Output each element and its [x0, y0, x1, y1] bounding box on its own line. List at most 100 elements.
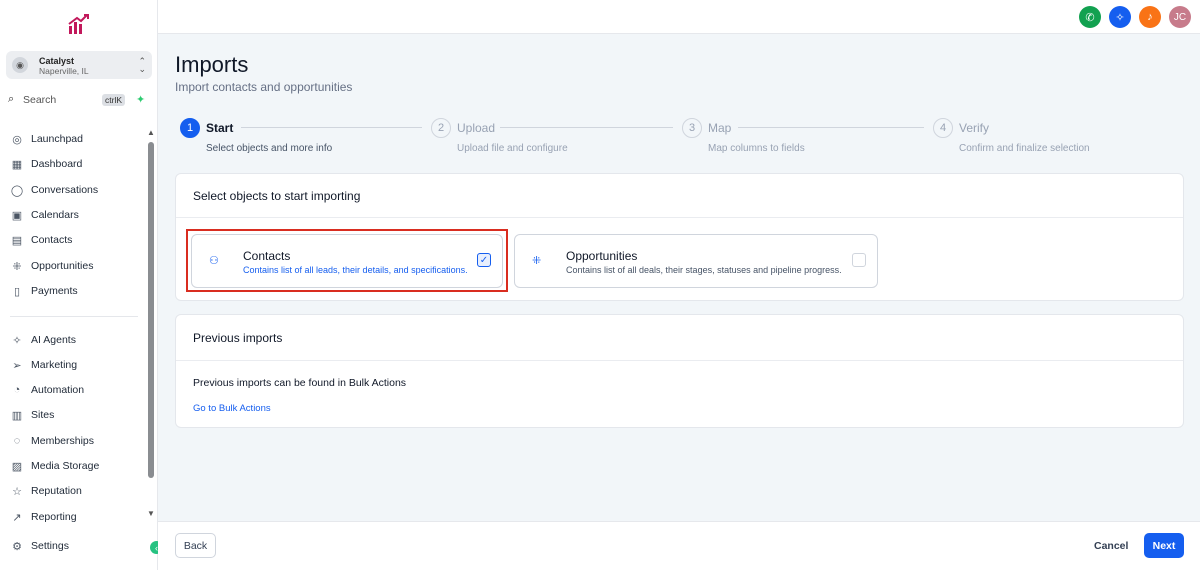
sidebar-item-label: Sites	[31, 409, 55, 421]
back-button[interactable]: Back	[175, 533, 216, 558]
search-icon: ⌕	[8, 93, 15, 105]
sidebar-item-label: Automation	[31, 384, 85, 396]
sidebar-item-launchpad[interactable]: ◎ Launchpad	[10, 130, 83, 148]
step-desc: Select objects and more info	[206, 143, 333, 154]
option-desc: Contains list of all deals, their stages…	[566, 265, 842, 275]
search-shortcut: ctrlK	[102, 94, 125, 106]
step-number: 3	[682, 118, 702, 138]
reporting-icon: ↗	[12, 511, 22, 524]
option-title: Opportunities	[566, 249, 638, 263]
sidebar-scrollbar[interactable]	[148, 142, 154, 478]
star-icon: ☆	[12, 485, 22, 498]
scroll-down-arrow[interactable]: ▼	[147, 509, 155, 518]
sidebar: ◉ Catalyst Naperville, IL ⌃ ⌄ ⌕ Search ct…	[0, 0, 158, 570]
gear-icon: ⚙	[12, 540, 22, 553]
chevron-updown-icon: ⌃ ⌄	[138, 56, 146, 74]
step-connector	[738, 127, 924, 128]
top-bar: ✆ ✧ ♪ JC	[158, 0, 1200, 34]
sidebar-item-label: Conversations	[31, 184, 99, 196]
opportunities-option[interactable]: ⁜ Opportunities Contains list of all dea…	[514, 234, 878, 288]
step-number: 4	[933, 118, 953, 138]
step-label-upload: Upload	[457, 121, 496, 135]
sidebar-item-label: Reputation	[31, 485, 82, 497]
sidebar-item-label: Dashboard	[31, 158, 83, 170]
bulk-actions-link[interactable]: Go to Bulk Actions	[193, 403, 271, 414]
step-label-map: Map	[708, 121, 732, 135]
sidebar-item-label: Contacts	[31, 234, 73, 246]
sidebar-item-media-storage[interactable]: ▨ Media Storage	[10, 457, 100, 475]
sidebar-item-calendars[interactable]: ▣ Calendars	[10, 206, 79, 224]
sidebar-item-sites[interactable]: ▥ Sites	[10, 406, 55, 424]
sparkle-icon[interactable]: ✧	[1109, 6, 1131, 28]
search-label: Search	[23, 94, 57, 106]
sidebar-item-label: Settings	[31, 540, 69, 552]
sidebar-item-label: Calendars	[31, 209, 79, 221]
next-button[interactable]: Next	[1144, 533, 1184, 558]
step-desc: Upload file and configure	[457, 143, 568, 154]
sites-icon: ▥	[11, 409, 23, 422]
payments-icon: ▯	[13, 285, 21, 298]
step-label-start: Start	[206, 121, 234, 135]
sidebar-item-memberships[interactable]: ◌ Memberships	[10, 432, 94, 450]
phone-icon[interactable]: ✆	[1079, 6, 1101, 28]
previous-imports-card: Previous imports Previous imports can be…	[175, 314, 1184, 428]
memberships-icon: ◌	[13, 435, 21, 447]
media-icon: ▨	[11, 460, 23, 473]
sidebar-item-label: Opportunities	[31, 260, 94, 272]
sidebar-item-dashboard[interactable]: ▦ Dashboard	[10, 155, 83, 173]
step-number: 1	[180, 118, 200, 138]
page-title: Imports	[175, 52, 249, 77]
sidebar-item-label: Media Storage	[31, 460, 100, 472]
step-desc: Confirm and finalize selection	[959, 143, 1090, 154]
previous-imports-heading: Previous imports	[176, 315, 1183, 361]
sidebar-item-contacts[interactable]: ▤ Contacts	[10, 231, 73, 249]
sidebar-item-label: Marketing	[31, 359, 78, 371]
page-subtitle: Import contacts and opportunities	[175, 80, 353, 94]
sidebar-item-label: Payments	[31, 285, 78, 297]
sidebar-item-reputation[interactable]: ☆ Reputation	[10, 482, 82, 500]
bell-icon[interactable]: ♪	[1139, 6, 1161, 28]
sidebar-item-payments[interactable]: ▯ Payments	[10, 282, 78, 300]
step-connector	[500, 127, 673, 128]
scroll-up-arrow[interactable]: ▲	[147, 128, 155, 137]
chat-icon: ◯	[10, 184, 24, 197]
dashboard-icon: ▦	[11, 158, 23, 171]
sidebar-item-marketing[interactable]: ➢ Marketing	[10, 356, 77, 374]
sidebar-item-settings[interactable]: ⚙ Settings	[10, 537, 69, 555]
step-number: 2	[431, 118, 451, 138]
sidebar-item-label: Memberships	[31, 435, 95, 447]
sidebar-item-label: Reporting	[31, 511, 77, 523]
sidebar-item-opportunities[interactable]: ⁜ Opportunities	[10, 257, 93, 275]
contacts-icon: ▤	[11, 234, 23, 247]
search-input[interactable]: ⌕ Search ctrlK	[6, 91, 128, 109]
opportunities-icon: ⁜	[532, 255, 542, 267]
location-icon: ◉	[12, 57, 28, 73]
calendar-icon: ▣	[11, 209, 23, 222]
quick-action-icon[interactable]: ✦	[136, 93, 145, 106]
location-city: Naperville, IL	[39, 66, 89, 76]
select-objects-heading: Select objects to start importing	[176, 174, 1183, 218]
opportunities-checkbox[interactable]	[852, 253, 866, 267]
footer-bar: Back Cancel Next	[158, 521, 1200, 570]
sidebar-item-automation[interactable]: ◔ Automation	[10, 381, 84, 399]
marketing-icon: ➢	[12, 359, 22, 372]
ai-agents-icon: ✧	[12, 334, 22, 347]
step-connector	[241, 127, 422, 128]
previous-imports-text: Previous imports can be found in Bulk Ac…	[193, 377, 407, 389]
sidebar-item-ai-agents[interactable]: ✧ AI Agents	[10, 331, 76, 349]
sidebar-item-label: Launchpad	[31, 133, 83, 145]
sidebar-item-reporting[interactable]: ↗ Reporting	[10, 508, 77, 526]
brand-logo[interactable]	[66, 12, 92, 38]
sidebar-divider	[10, 316, 138, 317]
selection-highlight	[186, 229, 508, 292]
location-switcher[interactable]: ◉ Catalyst Naperville, IL ⌃ ⌄	[6, 51, 152, 79]
step-desc: Map columns to fields	[708, 143, 805, 154]
location-name: Catalyst	[39, 56, 75, 66]
automation-icon: ◔	[13, 384, 21, 396]
sidebar-item-conversations[interactable]: ◯ Conversations	[10, 181, 98, 199]
user-avatar[interactable]: JC	[1169, 6, 1191, 28]
sidebar-item-label: AI Agents	[31, 334, 76, 346]
step-label-verify: Verify	[959, 121, 990, 135]
opportunities-icon: ⁜	[12, 260, 22, 273]
cancel-button[interactable]: Cancel	[1094, 540, 1128, 552]
